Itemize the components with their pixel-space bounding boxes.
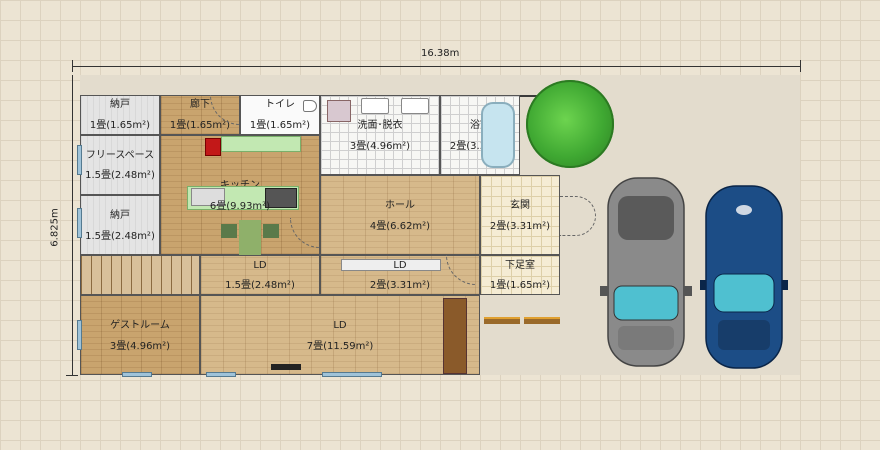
room-ld-small[interactable]: LD 1.5畳(2.48m²): [200, 255, 320, 295]
window: [206, 372, 236, 377]
room-toilet[interactable]: トイレ 1畳(1.65m²): [240, 95, 320, 135]
room-free-size: 1.5畳(2.48m²): [85, 170, 155, 181]
bathtub-icon: [481, 102, 515, 168]
room-hall-size: 4畳(6.62m²): [369, 221, 431, 232]
tree-icon: [526, 80, 614, 168]
window: [122, 372, 152, 377]
room-toilet-size: 1畳(1.65m²): [249, 120, 311, 131]
room-senmen[interactable]: 洗面･脱衣 3畳(4.96m²): [320, 95, 440, 175]
tv-icon: [271, 364, 301, 370]
fridge-icon: [205, 138, 221, 156]
sofa: [443, 298, 467, 374]
room-senmen-size: 3畳(4.96m²): [349, 141, 411, 152]
room-guest[interactable]: ゲストルーム 3畳(4.96m²): [80, 295, 200, 375]
room-hall-name: ホール: [385, 200, 415, 211]
room-hall[interactable]: ホール 4畳(6.62m²): [320, 175, 480, 255]
room-genkan-name: 玄関: [510, 200, 530, 211]
staircase: [80, 255, 200, 295]
sink-icon: [401, 98, 429, 114]
washer-icon: [327, 100, 351, 122]
room-nando2[interactable]: 納戸 1.5畳(2.48m²): [80, 195, 160, 255]
room-genkan[interactable]: 玄関 2畳(3.31m²): [480, 175, 560, 255]
room-free[interactable]: フリースペース 1.5畳(2.48m²): [80, 135, 160, 195]
height-dimension-label: 6.825m: [49, 208, 61, 247]
room-nando1[interactable]: 納戸 1畳(1.65m²): [80, 95, 160, 135]
room-geshitsu[interactable]: 下足室 1畳(1.65m²): [480, 255, 560, 295]
width-tick-right: [800, 60, 801, 72]
toilet-icon: [303, 100, 317, 112]
width-tick-left: [72, 60, 73, 72]
room-ld-main-name: LD: [333, 320, 347, 331]
flower-planter: [484, 317, 520, 324]
counter: [221, 136, 301, 152]
width-dimension-label: 16.38m: [421, 48, 460, 59]
room-ld-mid-size: 2畳(3.31m²): [369, 280, 431, 291]
height-tick-bottom: [66, 375, 78, 376]
room-geshitsu-name: 下足室: [505, 260, 535, 271]
room-nando2-name: 納戸: [110, 210, 130, 221]
window: [77, 208, 82, 238]
flower-planter: [524, 317, 560, 324]
grey-car-icon: [600, 177, 692, 367]
room-kitchen-size: 6畳(9.93m²): [209, 201, 271, 212]
room-guest-name: ゲストルーム: [110, 320, 170, 331]
blue-car-icon: [700, 185, 788, 369]
dining-table: [239, 220, 261, 256]
window: [77, 320, 82, 350]
room-ld-small-name: LD: [253, 260, 267, 271]
room-guest-size: 3畳(4.96m²): [109, 341, 171, 352]
room-genkan-size: 2畳(3.31m²): [489, 221, 551, 232]
window: [322, 372, 382, 377]
room-nando1-name: 納戸: [110, 99, 130, 110]
sink-icon: [361, 98, 389, 114]
room-nando2-size: 1.5畳(2.48m²): [85, 231, 155, 242]
width-dimension-line: [72, 66, 801, 67]
dining-chair: [221, 224, 237, 238]
room-yokushitsu[interactable]: 浴室 2畳(3.31m²): [440, 95, 520, 175]
room-free-name: フリースペース: [85, 150, 155, 161]
room-ld-main-size: 7畳(11.59m²): [306, 341, 374, 352]
window: [77, 145, 82, 175]
height-dimension-line: [72, 75, 73, 376]
room-ld-main[interactable]: LD 7畳(11.59m²): [200, 295, 480, 375]
dining-chair: [263, 224, 279, 238]
room-geshitsu-size: 1畳(1.65m²): [489, 280, 551, 291]
room-nando1-size: 1畳(1.65m²): [89, 120, 151, 131]
room-ld-small-size: 1.5畳(2.48m²): [225, 280, 295, 291]
